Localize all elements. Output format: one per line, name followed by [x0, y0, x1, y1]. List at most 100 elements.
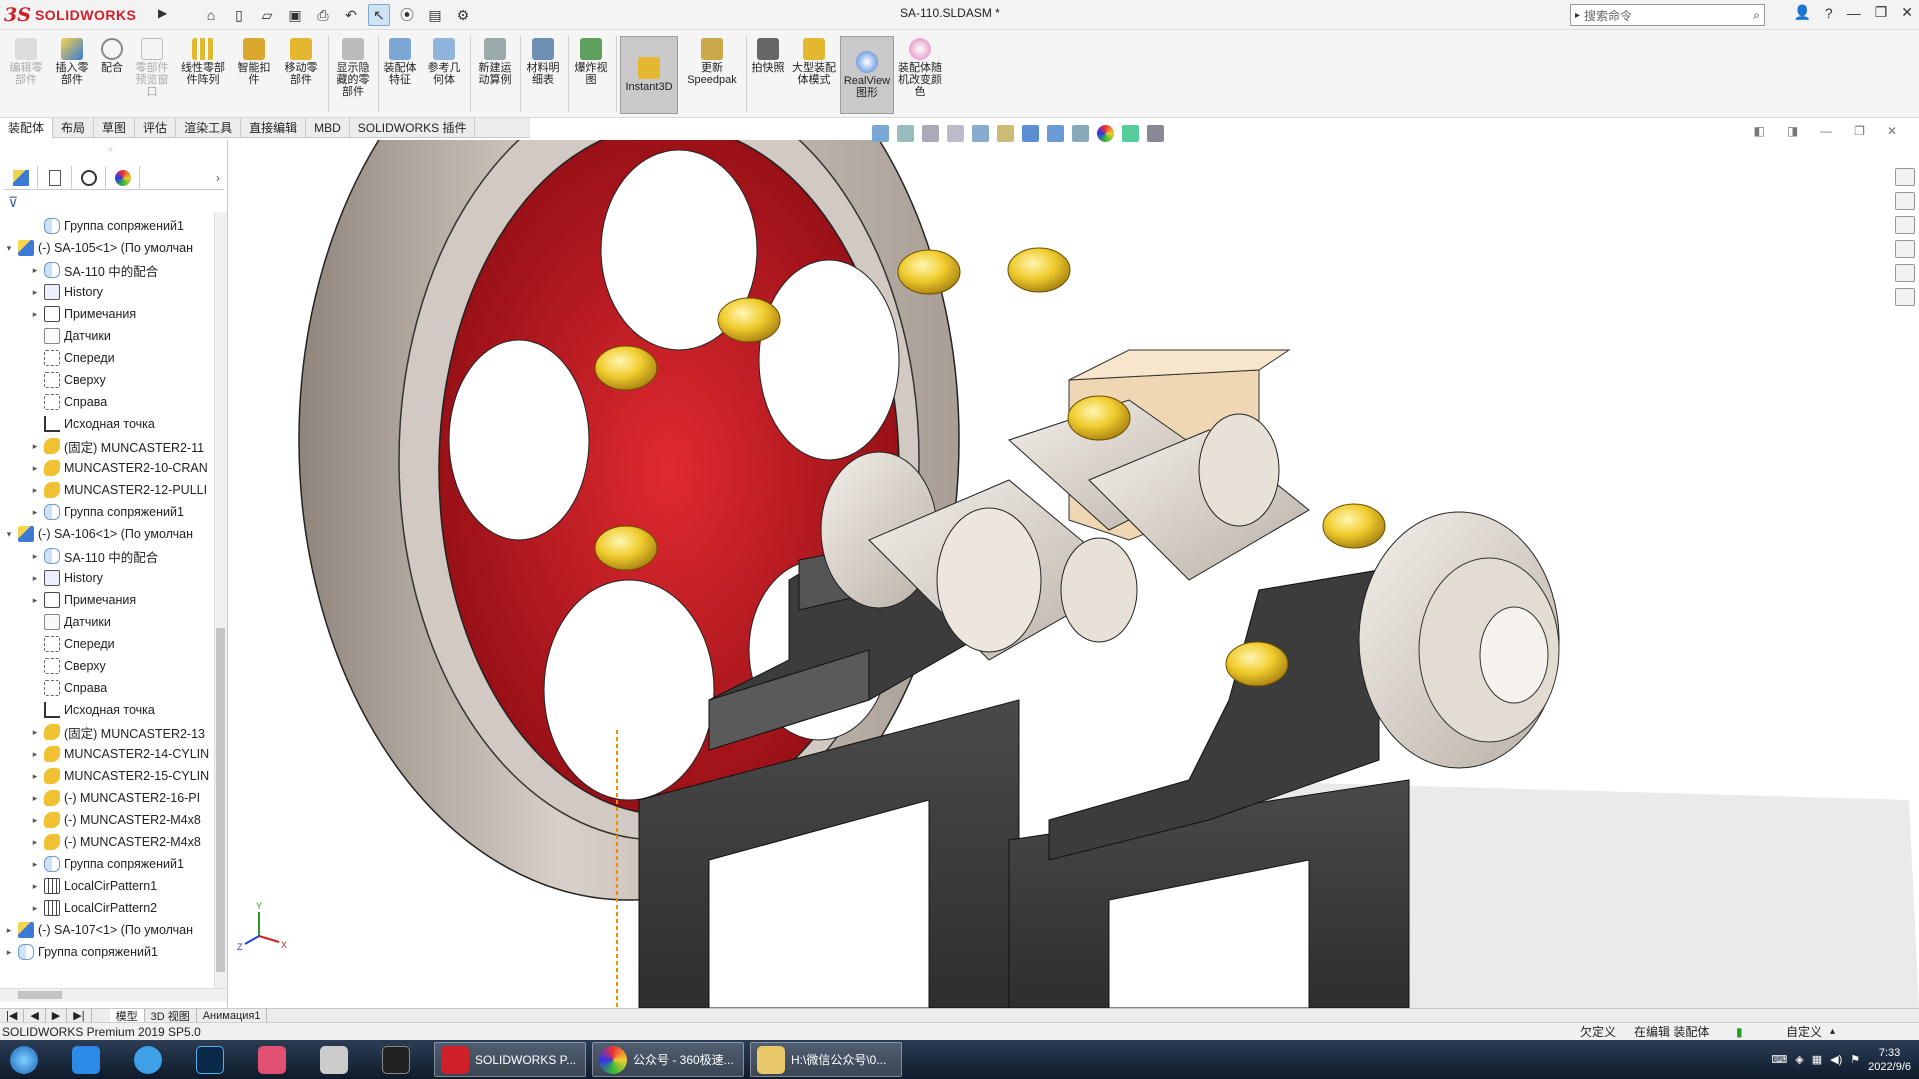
- tree-item[interactable]: ▸ (固定) MUNCASTER2-11: [30, 435, 204, 457]
- graphics-area[interactable]: Y X Z: [229, 140, 1919, 1008]
- tree-expand-icon[interactable]: ▸: [30, 595, 40, 606]
- panel-grip[interactable]: ○: [108, 145, 113, 154]
- tree-item[interactable]: ▸ (-) MUNCASTER2-16-PI: [30, 787, 200, 809]
- tree-expand-icon[interactable]: ▸: [30, 287, 40, 298]
- minimize-icon[interactable]: —: [1847, 5, 1861, 21]
- edit-appearance-icon[interactable]: [1097, 124, 1114, 142]
- user-icon[interactable]: 👤: [1793, 4, 1810, 21]
- dynamic-annotation-icon[interactable]: [997, 124, 1014, 142]
- tree-item[interactable]: Исходная точка: [30, 699, 155, 721]
- view-palette-icon[interactable]: [1895, 240, 1915, 258]
- tree-item[interactable]: ▸ SA-110 中的配合: [30, 259, 158, 281]
- undo-icon[interactable]: ↶: [340, 4, 362, 26]
- tree-item[interactable]: ▾ (-) SA-106<1> (По умолчан: [4, 523, 193, 545]
- select-icon[interactable]: ↖: [368, 4, 390, 26]
- tree-item[interactable]: ▸ (-) MUNCASTER2-M4x8: [30, 831, 201, 853]
- tree-expand-icon[interactable]: ▸: [30, 485, 40, 496]
- update-speedpak-button[interactable]: 更新Speedpak: [684, 38, 740, 86]
- tree-expand-icon[interactable]: ▸: [30, 793, 40, 804]
- component-preview-button[interactable]: 零部件预览窗口: [132, 38, 172, 98]
- tab-motion-study[interactable]: Анимация1: [197, 1008, 268, 1023]
- instant3d-button[interactable]: Instant3D: [620, 36, 678, 114]
- apply-scene-icon[interactable]: [1122, 124, 1139, 142]
- view-settings-icon[interactable]: [1147, 124, 1164, 142]
- assembly-features-button[interactable]: 装配体特征: [382, 38, 418, 86]
- taskbar-pinned-app[interactable]: [66, 1042, 106, 1077]
- taskbar-pinned-app[interactable]: [252, 1042, 292, 1077]
- tree-scroll-thumb[interactable]: [216, 628, 225, 972]
- insert-component-button[interactable]: 插入零部件: [52, 38, 92, 86]
- previous-view-icon[interactable]: [947, 124, 964, 142]
- screw-head[interactable]: [1007, 247, 1071, 293]
- tree-item[interactable]: ▸ MUNCASTER2-15-CYLIN: [30, 765, 209, 787]
- search-mode-icon[interactable]: ▸: [1575, 10, 1580, 21]
- tree-expand-icon[interactable]: ▸: [4, 925, 14, 936]
- move-component-button[interactable]: 移动零部件: [280, 38, 322, 86]
- search-command-input[interactable]: ▸ 搜索命令 ⌕: [1570, 4, 1765, 26]
- network-icon[interactable]: ▦: [1812, 1053, 1822, 1066]
- tree-expand-icon[interactable]: ▸: [30, 903, 40, 914]
- display-manager-tab-icon[interactable]: [106, 165, 140, 190]
- bom-button[interactable]: 材料明细表: [524, 38, 562, 86]
- new-motion-study-button[interactable]: 新建运动算例: [474, 38, 516, 86]
- filter-icon[interactable]: ⊽: [8, 194, 18, 211]
- show-hidden-button[interactable]: 显示隐藏的零部件: [332, 38, 374, 98]
- solidworks-resources-icon[interactable]: [1895, 168, 1915, 186]
- tree-item[interactable]: Группа сопряжений1: [30, 215, 184, 237]
- status-units[interactable]: 自定义: [1786, 1023, 1822, 1040]
- tree-item[interactable]: ▸ Примечания: [30, 303, 136, 325]
- mate-button[interactable]: 配合: [96, 38, 128, 74]
- realview-button[interactable]: RealView图形: [840, 36, 894, 114]
- tree-item[interactable]: Исходная точка: [30, 413, 155, 435]
- tree-item[interactable]: ▸ MUNCASTER2-14-CYLIN: [30, 743, 209, 765]
- feature-manager-tab-icon[interactable]: [4, 165, 38, 190]
- tree-item[interactable]: ▸ Группа сопряжений1: [4, 941, 158, 963]
- zoom-area-icon[interactable]: [922, 124, 939, 142]
- linear-pattern-button[interactable]: 线性零部件阵列: [178, 38, 228, 86]
- tree-expand-icon[interactable]: ▸: [30, 573, 40, 584]
- save-icon[interactable]: ▣: [284, 4, 306, 26]
- tree-item[interactable]: ▸ (-) SA-107<1> (По умолчан: [4, 919, 193, 941]
- tree-expand-icon[interactable]: ▾: [4, 243, 14, 254]
- tab-addins[interactable]: SOLIDWORKS 插件: [350, 117, 476, 138]
- tree-expand-icon[interactable]: ▸: [30, 727, 40, 738]
- tree-item[interactable]: ▸ Примечания: [30, 589, 136, 611]
- solidworks-logo[interactable]: 3S SOLIDWORKS: [4, 3, 154, 27]
- tree-item[interactable]: ▸ SA-110 中的配合: [30, 545, 158, 567]
- reference-geometry-button[interactable]: 参考几何体: [424, 38, 464, 86]
- tree-expand-icon[interactable]: ▸: [30, 881, 40, 892]
- traffic-light-icon[interactable]: ⦿: [396, 4, 418, 26]
- tab-model[interactable]: 模型: [109, 1008, 145, 1023]
- screw-head[interactable]: [594, 525, 658, 571]
- tab-mbd[interactable]: MBD: [306, 117, 350, 138]
- panel-more-icon[interactable]: ›: [216, 171, 224, 185]
- open-icon[interactable]: ▱: [256, 4, 278, 26]
- volume-icon[interactable]: ◀): [1830, 1053, 1842, 1066]
- appearances-icon[interactable]: [1895, 264, 1915, 282]
- clock[interactable]: 7:33 2022/9/6: [1868, 1046, 1911, 1074]
- tree-item[interactable]: ▸ Группа сопряжений1: [30, 853, 184, 875]
- zoom-to-fit-icon[interactable]: [897, 124, 914, 142]
- tree-item[interactable]: Спереди: [30, 633, 115, 655]
- configuration-manager-tab-icon[interactable]: [72, 165, 106, 190]
- tree-expand-icon[interactable]: ▸: [30, 749, 40, 760]
- tree-item[interactable]: ▸ History: [30, 567, 103, 589]
- taskbar-browser[interactable]: 公众号 - 360极速...: [592, 1042, 744, 1077]
- tab-nav-prev-icon[interactable]: ◀: [24, 1008, 46, 1023]
- assembly-model[interactable]: Y X Z: [229, 140, 1919, 1008]
- viewport-close-icon[interactable]: ✕: [1887, 124, 1897, 138]
- flag-icon[interactable]: ⚑: [1850, 1053, 1860, 1066]
- tab-nav-first-icon[interactable]: |◀: [0, 1008, 25, 1023]
- search-icon[interactable]: ⌕: [1753, 8, 1764, 23]
- tree-item[interactable]: ▾ (-) SA-105<1> (По умолчан: [4, 237, 193, 259]
- tree-item[interactable]: ▸ MUNCASTER2-12-PULLI: [30, 479, 207, 501]
- tab-render-tools[interactable]: 渲染工具: [176, 117, 242, 138]
- menu-expand-icon[interactable]: ▶: [158, 6, 167, 20]
- tree-item[interactable]: ▸ (-) MUNCASTER2-M4x8: [30, 809, 201, 831]
- tree-item[interactable]: Справа: [30, 677, 107, 699]
- screw-head[interactable]: [1225, 641, 1289, 687]
- screw-head[interactable]: [1067, 395, 1131, 441]
- property-manager-tab-icon[interactable]: [38, 165, 72, 190]
- viewport-restore-icon[interactable]: ❐: [1854, 124, 1865, 138]
- viewport-minimize-icon[interactable]: —: [1820, 124, 1832, 138]
